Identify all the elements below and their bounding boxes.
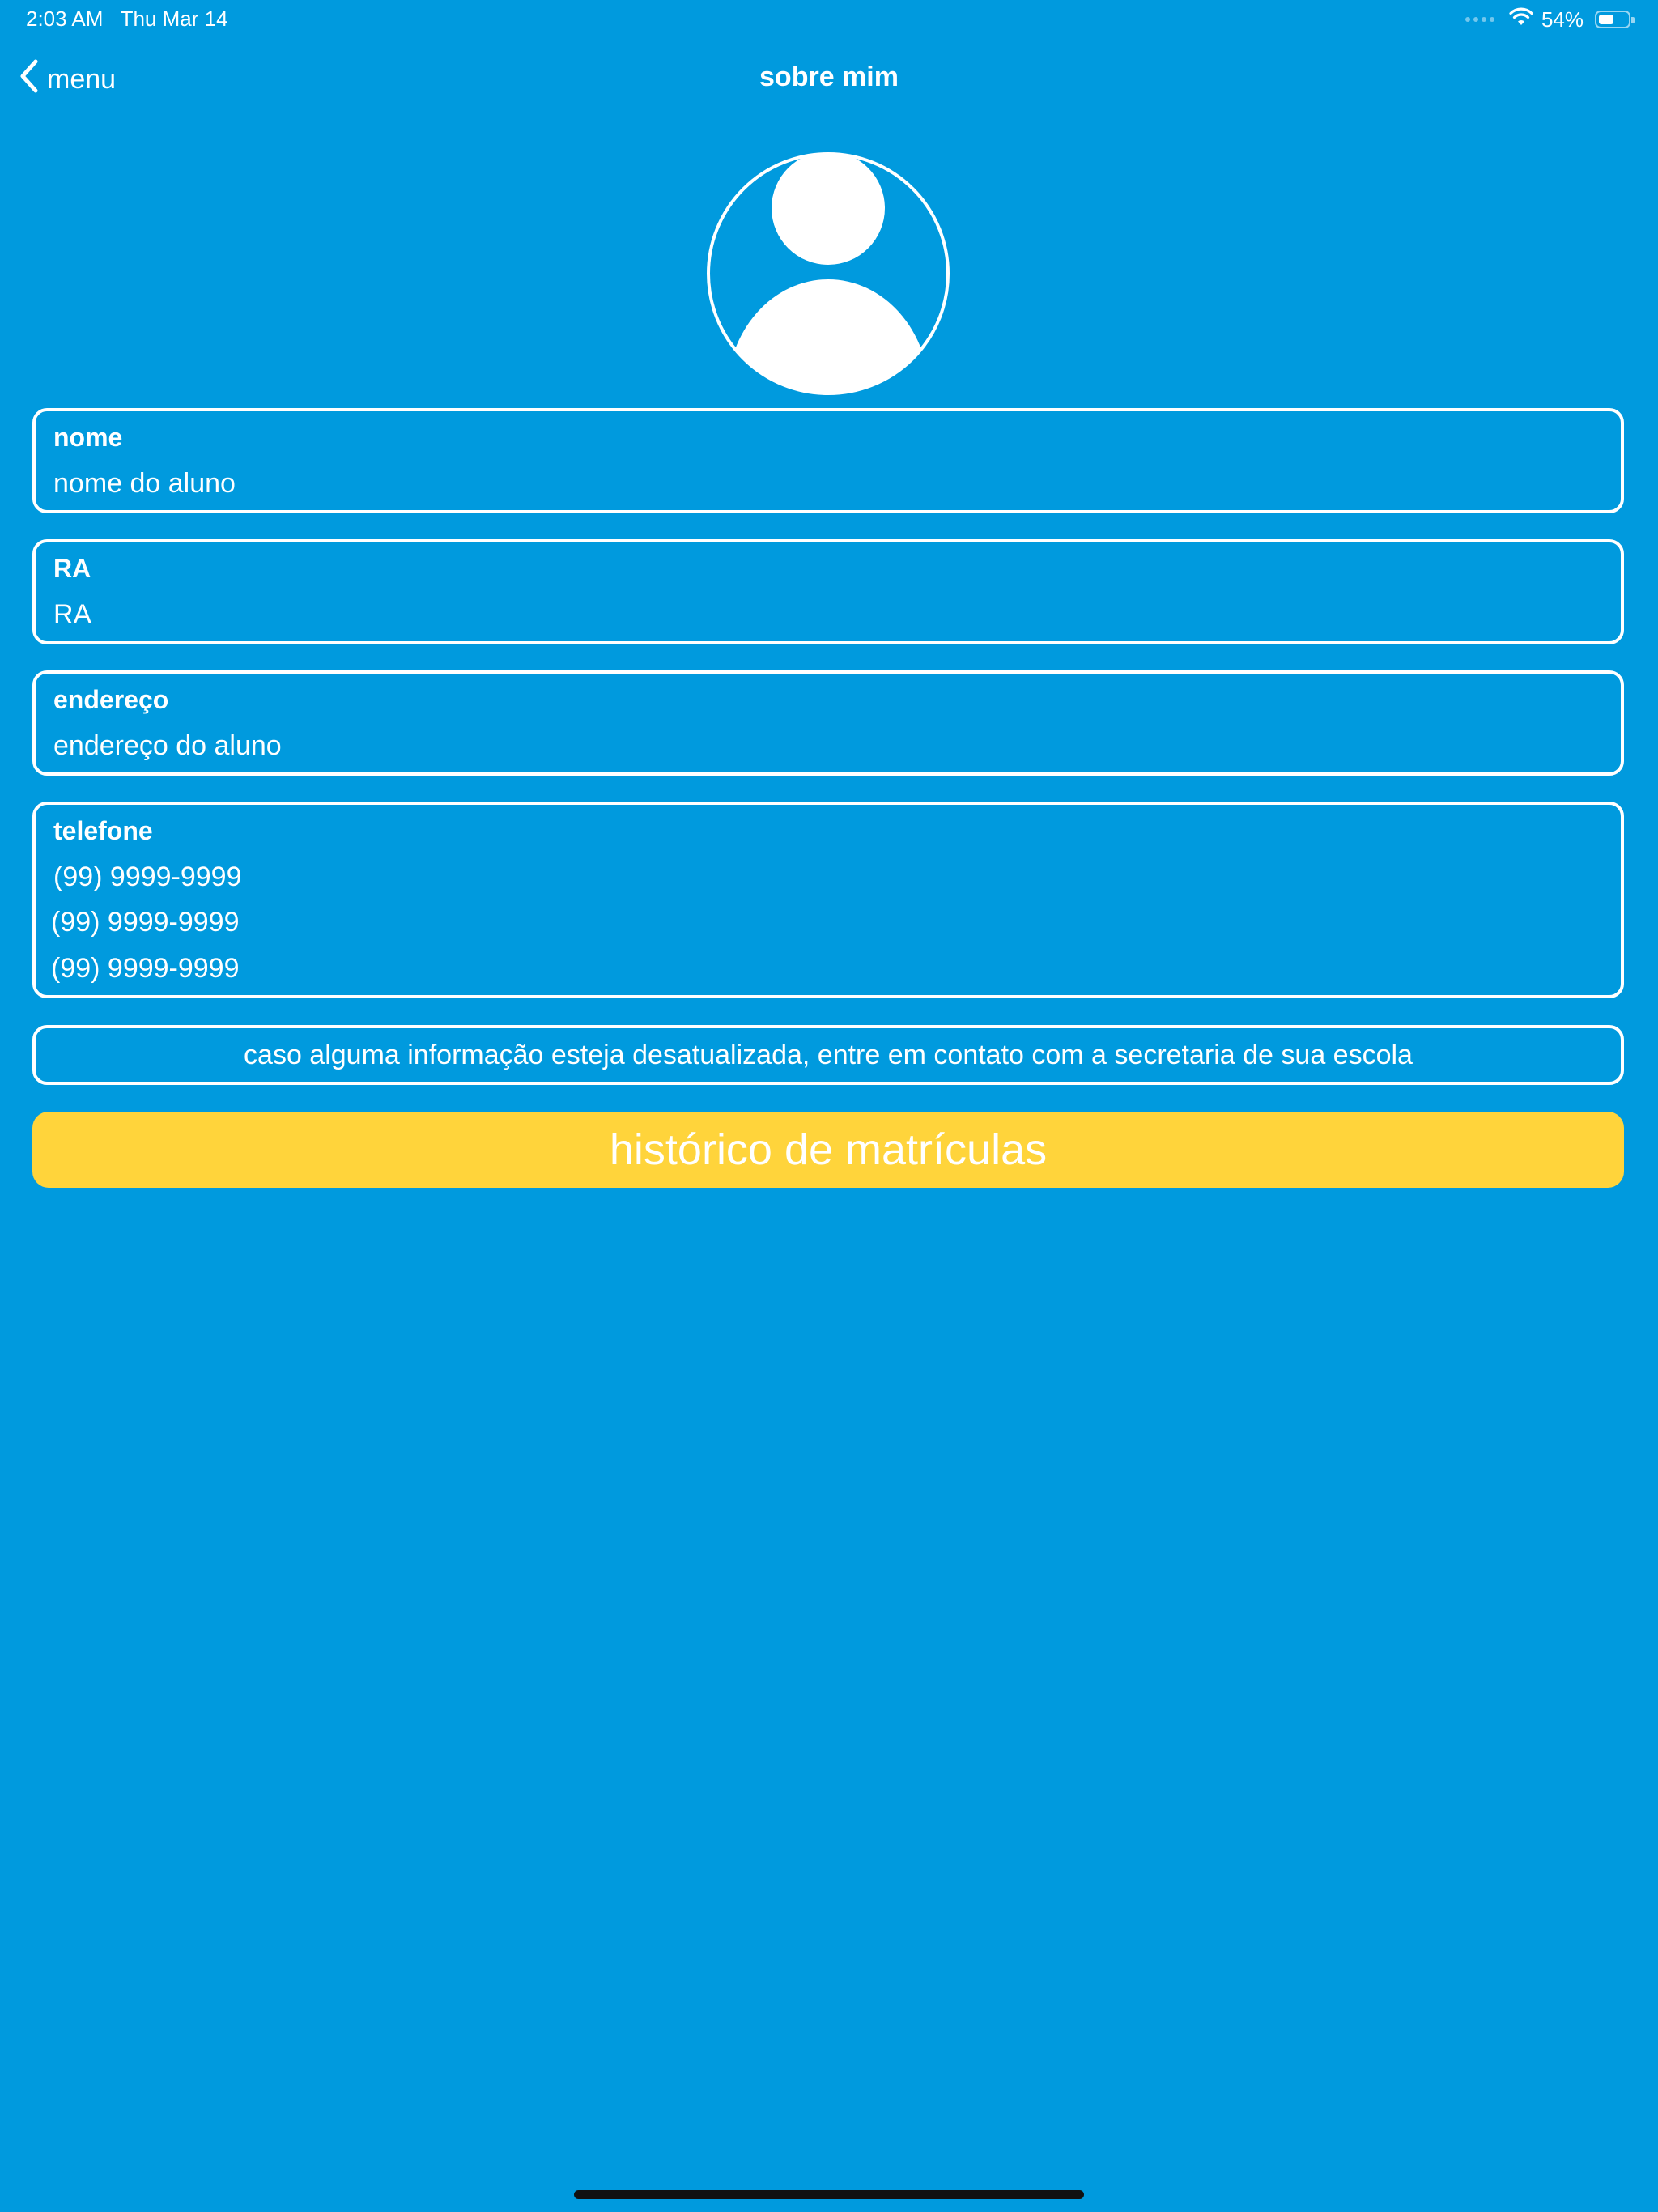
wifi-icon bbox=[1509, 7, 1533, 32]
name-card: nome nome do aluno bbox=[32, 408, 1624, 513]
ra-card: RA RA bbox=[32, 539, 1624, 644]
status-time: 2:03 AM Thu Mar 14 bbox=[26, 6, 228, 31]
address-value: endereço do aluno bbox=[53, 730, 282, 761]
status-bar: 2:03 AM Thu Mar 14 54% bbox=[0, 0, 1658, 39]
phone-label: telefone bbox=[53, 816, 153, 845]
name-value: nome do aluno bbox=[53, 468, 236, 499]
phone-card: telefone (99) 9999-9999 (99) 9999-9999 (… bbox=[32, 802, 1624, 998]
home-indicator[interactable] bbox=[574, 2190, 1084, 2199]
ra-value: RA bbox=[53, 599, 92, 630]
cellular-signal-icon bbox=[1465, 17, 1494, 22]
phone-value: (99) 9999-9999 bbox=[51, 907, 240, 938]
update-notice: caso alguma informação esteja desatualiz… bbox=[32, 1025, 1624, 1085]
battery-percentage: 54% bbox=[1541, 6, 1584, 32]
ra-label: RA bbox=[53, 554, 91, 583]
user-avatar-icon bbox=[706, 151, 950, 396]
address-card: endereço endereço do aluno bbox=[32, 670, 1624, 776]
enrollment-history-button[interactable]: histórico de matrículas bbox=[32, 1112, 1624, 1188]
phone-value: (99) 9999-9999 bbox=[51, 953, 240, 984]
battery-icon bbox=[1595, 11, 1635, 28]
battery-level bbox=[1599, 15, 1613, 24]
name-label: nome bbox=[53, 423, 123, 452]
navigation-bar: menu sobre mim bbox=[0, 47, 1658, 112]
status-indicators: 54% bbox=[1465, 6, 1635, 32]
address-label: endereço bbox=[53, 685, 169, 714]
page-title: sobre mim bbox=[759, 62, 899, 92]
phone-value: (99) 9999-9999 bbox=[53, 861, 242, 892]
